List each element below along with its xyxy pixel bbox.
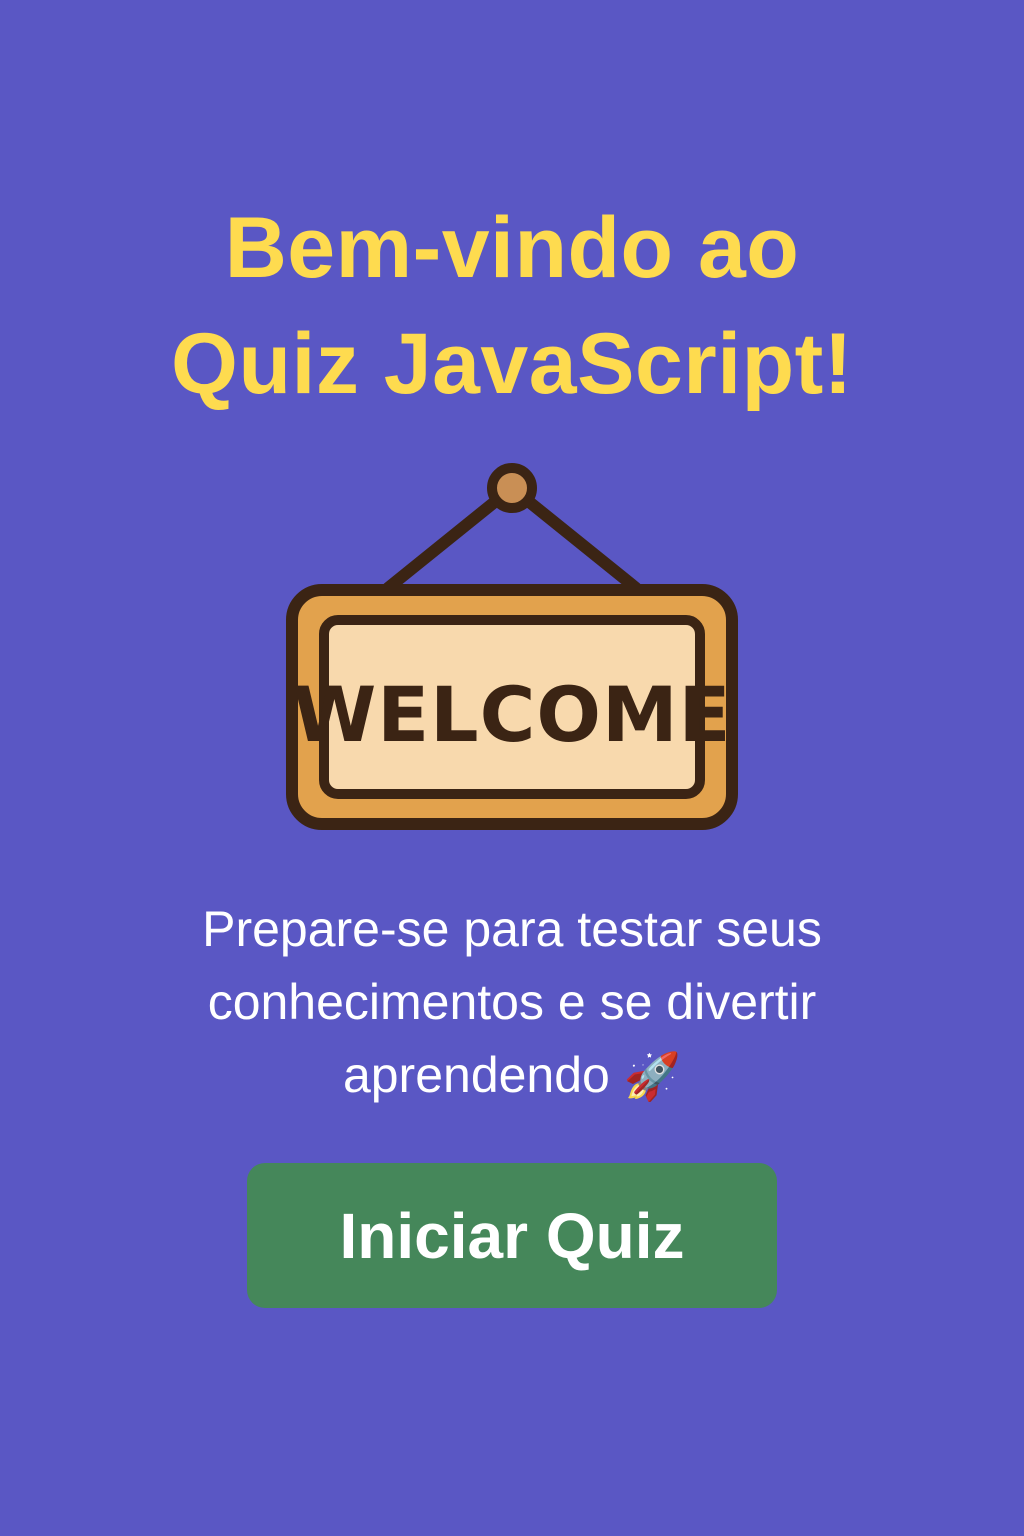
rocket-icon: 🚀 bbox=[623, 1050, 682, 1102]
subtitle-line-3-text: aprendendo bbox=[342, 1047, 610, 1103]
start-quiz-button[interactable]: Iniciar Quiz bbox=[247, 1163, 777, 1308]
sign-text: WELCOME bbox=[292, 670, 731, 759]
title-line-2: Quiz JavaScript! bbox=[171, 316, 853, 412]
page-title: Bem-vindo ao Quiz JavaScript! bbox=[0, 190, 1024, 422]
welcome-screen: Bem-vindo ao Quiz JavaScript! WELCOME Pr… bbox=[0, 0, 1024, 1536]
title-line-1: Bem-vindo ao bbox=[224, 200, 800, 296]
welcome-sign-icon: WELCOME bbox=[286, 463, 738, 830]
subtitle-line-1: Prepare-se para testar seus bbox=[202, 901, 822, 957]
subtitle-line-2: conhecimentos e se divertir bbox=[207, 974, 817, 1030]
subtitle: Prepare-se para testar seus conhecimento… bbox=[112, 893, 912, 1113]
subtitle-line-3: aprendendo 🚀 bbox=[112, 1039, 912, 1113]
